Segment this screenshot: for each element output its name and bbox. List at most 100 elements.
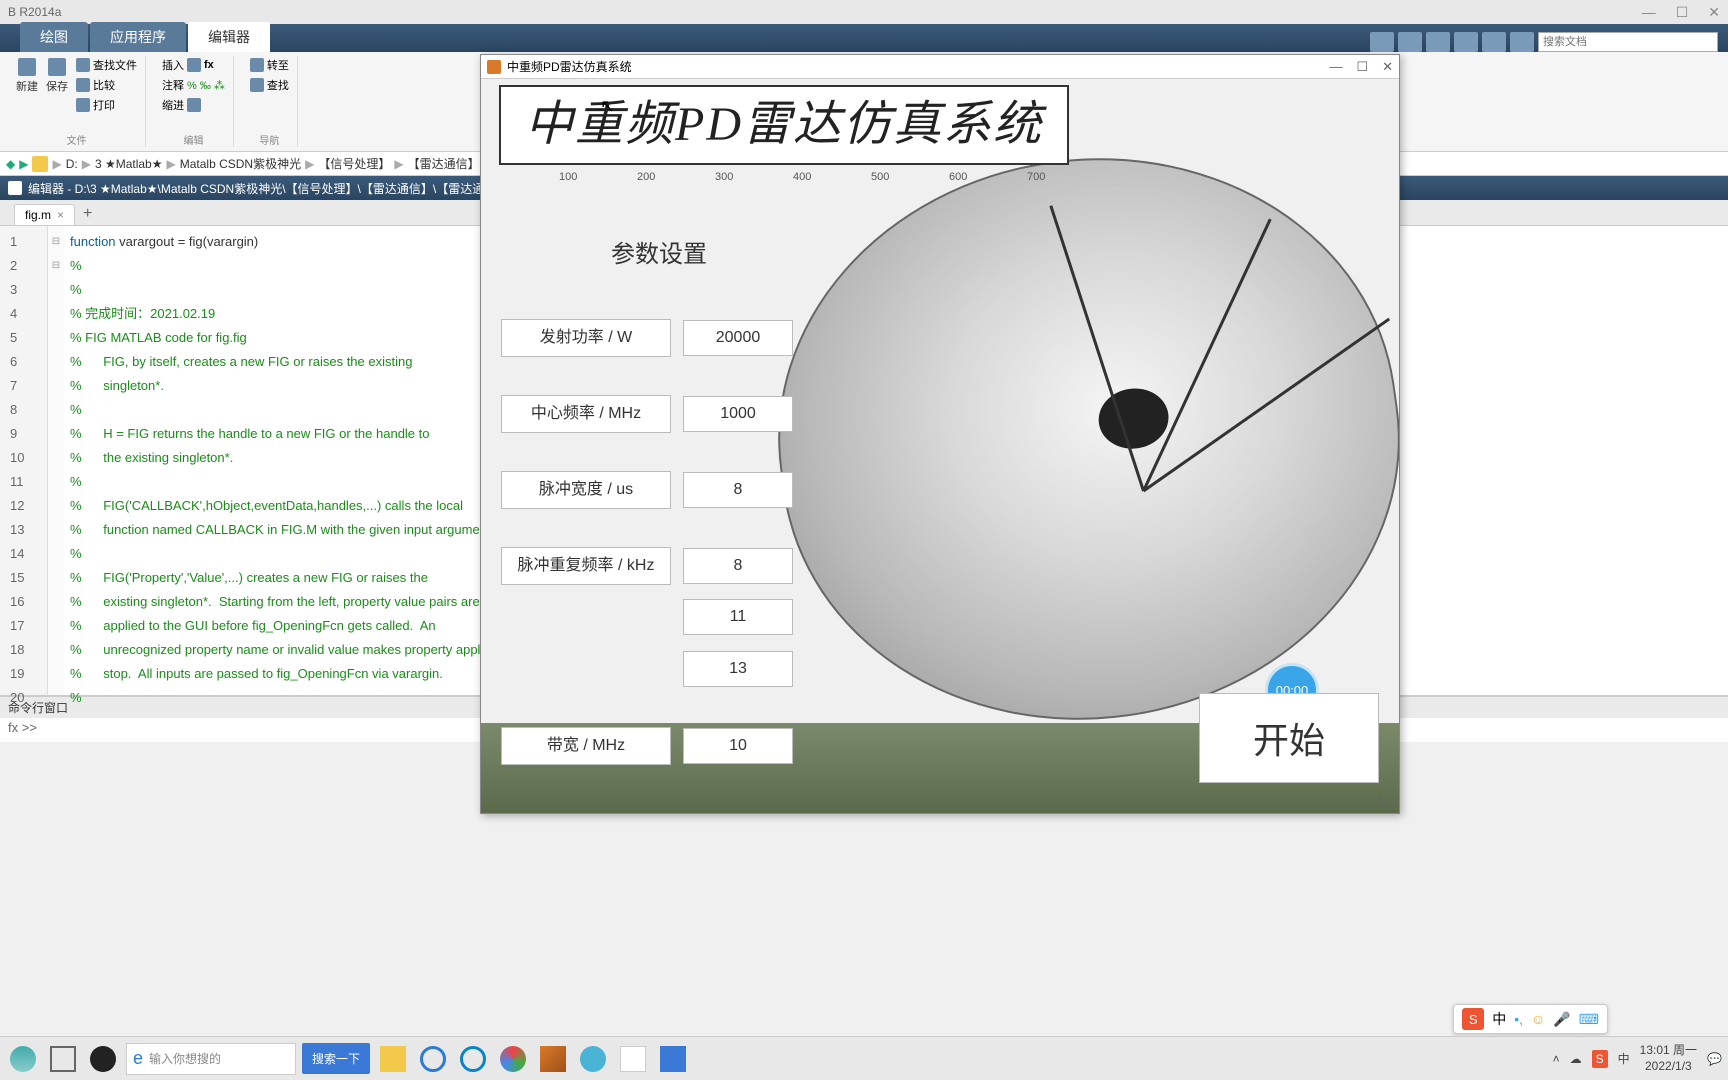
find-icon: [76, 58, 90, 72]
gui-figure-window[interactable]: 中重频PD雷达仿真系统 — ☐ ✕ 中重频PD雷达仿真系统 1002003004…: [480, 54, 1400, 814]
new-button[interactable]: 新建: [14, 56, 40, 96]
ie-icon[interactable]: [416, 1042, 450, 1076]
path-seg[interactable]: 3 ★Matlab★: [95, 157, 163, 171]
date-text: 2022/1/3: [1640, 1059, 1697, 1075]
qat-icon[interactable]: [1426, 32, 1450, 52]
qat-icon[interactable]: [1454, 32, 1478, 52]
param-input[interactable]: 11: [683, 599, 793, 635]
param-row: 带宽 / MHz10: [501, 727, 793, 765]
ime-mic-icon[interactable]: 🎤: [1553, 1011, 1570, 1028]
goto-icon: [250, 58, 264, 72]
tab-close-icon[interactable]: ×: [57, 208, 64, 222]
fold-column[interactable]: ⊟⊟: [48, 226, 64, 695]
path-seg[interactable]: Matalb CSDN紫极神光: [180, 155, 301, 172]
banner-text: 中重频PD雷达仿真系统: [501, 87, 1067, 163]
notifications-icon[interactable]: 💬: [1707, 1052, 1722, 1066]
qat-icon[interactable]: [1370, 32, 1394, 52]
title-banner: 中重频PD雷达仿真系统: [499, 85, 1069, 165]
indent-button[interactable]: 缩进: [160, 96, 227, 114]
print-icon: [76, 98, 90, 112]
param-label: 发射功率 / W: [501, 319, 671, 357]
search-placeholder: 输入你想搜的: [149, 1050, 221, 1067]
taskview-icon[interactable]: [46, 1042, 80, 1076]
os-titlebar: B R2014a — ☐ ✕: [0, 0, 1728, 24]
search-button[interactable]: 搜索一下: [302, 1043, 370, 1074]
figure-titlebar[interactable]: 中重频PD雷达仿真系统 — ☐ ✕: [481, 55, 1399, 79]
ime-indicator[interactable]: 中: [1618, 1050, 1630, 1067]
matlab-figure-icon: [487, 60, 501, 74]
param-input[interactable]: 10: [683, 728, 793, 764]
doc-search-input[interactable]: [1538, 32, 1718, 52]
fig-minimize-button[interactable]: —: [1329, 59, 1342, 75]
path-seg[interactable]: 【雷达通信】: [408, 155, 480, 172]
add-tab-button[interactable]: +: [75, 203, 100, 225]
save-button[interactable]: 保存: [44, 56, 70, 96]
tab-editor[interactable]: 编辑器: [188, 22, 270, 52]
param-row: 11: [501, 599, 793, 635]
insert-button[interactable]: 插入 fx: [160, 56, 227, 74]
param-row: 脉冲重复频率 / kHz8: [501, 547, 793, 585]
print-button[interactable]: 打印: [74, 96, 139, 114]
compare-button[interactable]: 比较: [74, 76, 139, 94]
minimize-button[interactable]: —: [1642, 4, 1656, 21]
sogou-icon[interactable]: S: [1462, 1008, 1484, 1030]
app-icon[interactable]: [576, 1042, 610, 1076]
tab-apps[interactable]: 应用程序: [90, 22, 186, 52]
fig-close-button[interactable]: ✕: [1382, 59, 1393, 75]
comment-button[interactable]: 注释 % ‰ ⁂: [160, 76, 227, 94]
tab-plot[interactable]: 绘图: [20, 22, 88, 52]
path-seg[interactable]: D:: [66, 157, 78, 171]
app-icon[interactable]: [616, 1042, 650, 1076]
file-tab-figm[interactable]: fig.m ×: [14, 204, 75, 225]
fig-maximize-button[interactable]: ☐: [1356, 59, 1368, 75]
qat-icon[interactable]: [1482, 32, 1506, 52]
ime-emoji-icon[interactable]: ☺: [1531, 1011, 1545, 1027]
param-section-title: 参数设置: [611, 234, 707, 269]
ribbon-quickaccess: [1370, 32, 1728, 52]
taskbar-search[interactable]: e 输入你想搜的: [126, 1043, 296, 1075]
find-button[interactable]: 查找: [248, 76, 291, 94]
param-input[interactable]: 8: [683, 548, 793, 584]
sogou-tray-icon[interactable]: S: [1592, 1050, 1608, 1068]
ime-mode[interactable]: 中: [1492, 1009, 1506, 1029]
param-label: 脉冲宽度 / us: [501, 471, 671, 509]
param-row: 中心频率 / MHz1000: [501, 395, 793, 433]
param-row: 13: [501, 651, 793, 687]
clock[interactable]: 13:01 周一 2022/1/3: [1640, 1043, 1697, 1074]
start-button[interactable]: 开始: [1199, 693, 1379, 783]
edge-icon[interactable]: [456, 1042, 490, 1076]
param-input[interactable]: 13: [683, 651, 793, 687]
param-input[interactable]: 1000: [683, 396, 793, 432]
start-button[interactable]: [6, 1042, 40, 1076]
figure-title: 中重频PD雷达仿真系统: [507, 58, 632, 75]
param-row: 脉冲宽度 / us 8: [501, 471, 793, 509]
qat-icon[interactable]: [1398, 32, 1422, 52]
line-gutter: 1234567891011121314151617181920: [0, 226, 48, 695]
goto-button[interactable]: 转至: [248, 56, 291, 74]
param-input[interactable]: 8: [683, 472, 793, 508]
search-icon: [250, 78, 264, 92]
explorer-icon[interactable]: [376, 1042, 410, 1076]
maximize-button[interactable]: ☐: [1676, 4, 1689, 21]
photos-icon[interactable]: [656, 1042, 690, 1076]
find-files-button[interactable]: 查找文件: [74, 56, 139, 74]
tray-chevron-icon[interactable]: ˄: [1553, 1052, 1560, 1066]
window-controls: — ☐ ✕: [1642, 4, 1720, 21]
ribbon-group-nav: 转至 查找 导航: [242, 56, 298, 147]
close-button[interactable]: ✕: [1708, 4, 1720, 21]
ime-punct-icon[interactable]: •,: [1514, 1011, 1523, 1027]
browser-icon[interactable]: [496, 1042, 530, 1076]
system-tray: ˄ ☁ S 中 13:01 周一 2022/1/3 💬: [1553, 1043, 1722, 1074]
ime-toolbar[interactable]: S 中 •, ☺ 🎤 ⌨: [1453, 1004, 1608, 1034]
ie-icon: e: [133, 1048, 143, 1069]
save-icon: [48, 58, 66, 76]
param-input[interactable]: 20000: [683, 320, 793, 356]
time-text: 13:01 周一: [1640, 1043, 1697, 1059]
tray-icon[interactable]: ☁: [1570, 1052, 1582, 1066]
ime-keyboard-icon[interactable]: ⌨: [1579, 1011, 1599, 1028]
matlab-icon[interactable]: [536, 1042, 570, 1076]
qat-icon[interactable]: [1510, 32, 1534, 52]
obs-icon[interactable]: [86, 1042, 120, 1076]
ruler-axis: 100200300400500600700: [499, 171, 1069, 195]
path-seg[interactable]: 【信号处理】: [318, 155, 390, 172]
